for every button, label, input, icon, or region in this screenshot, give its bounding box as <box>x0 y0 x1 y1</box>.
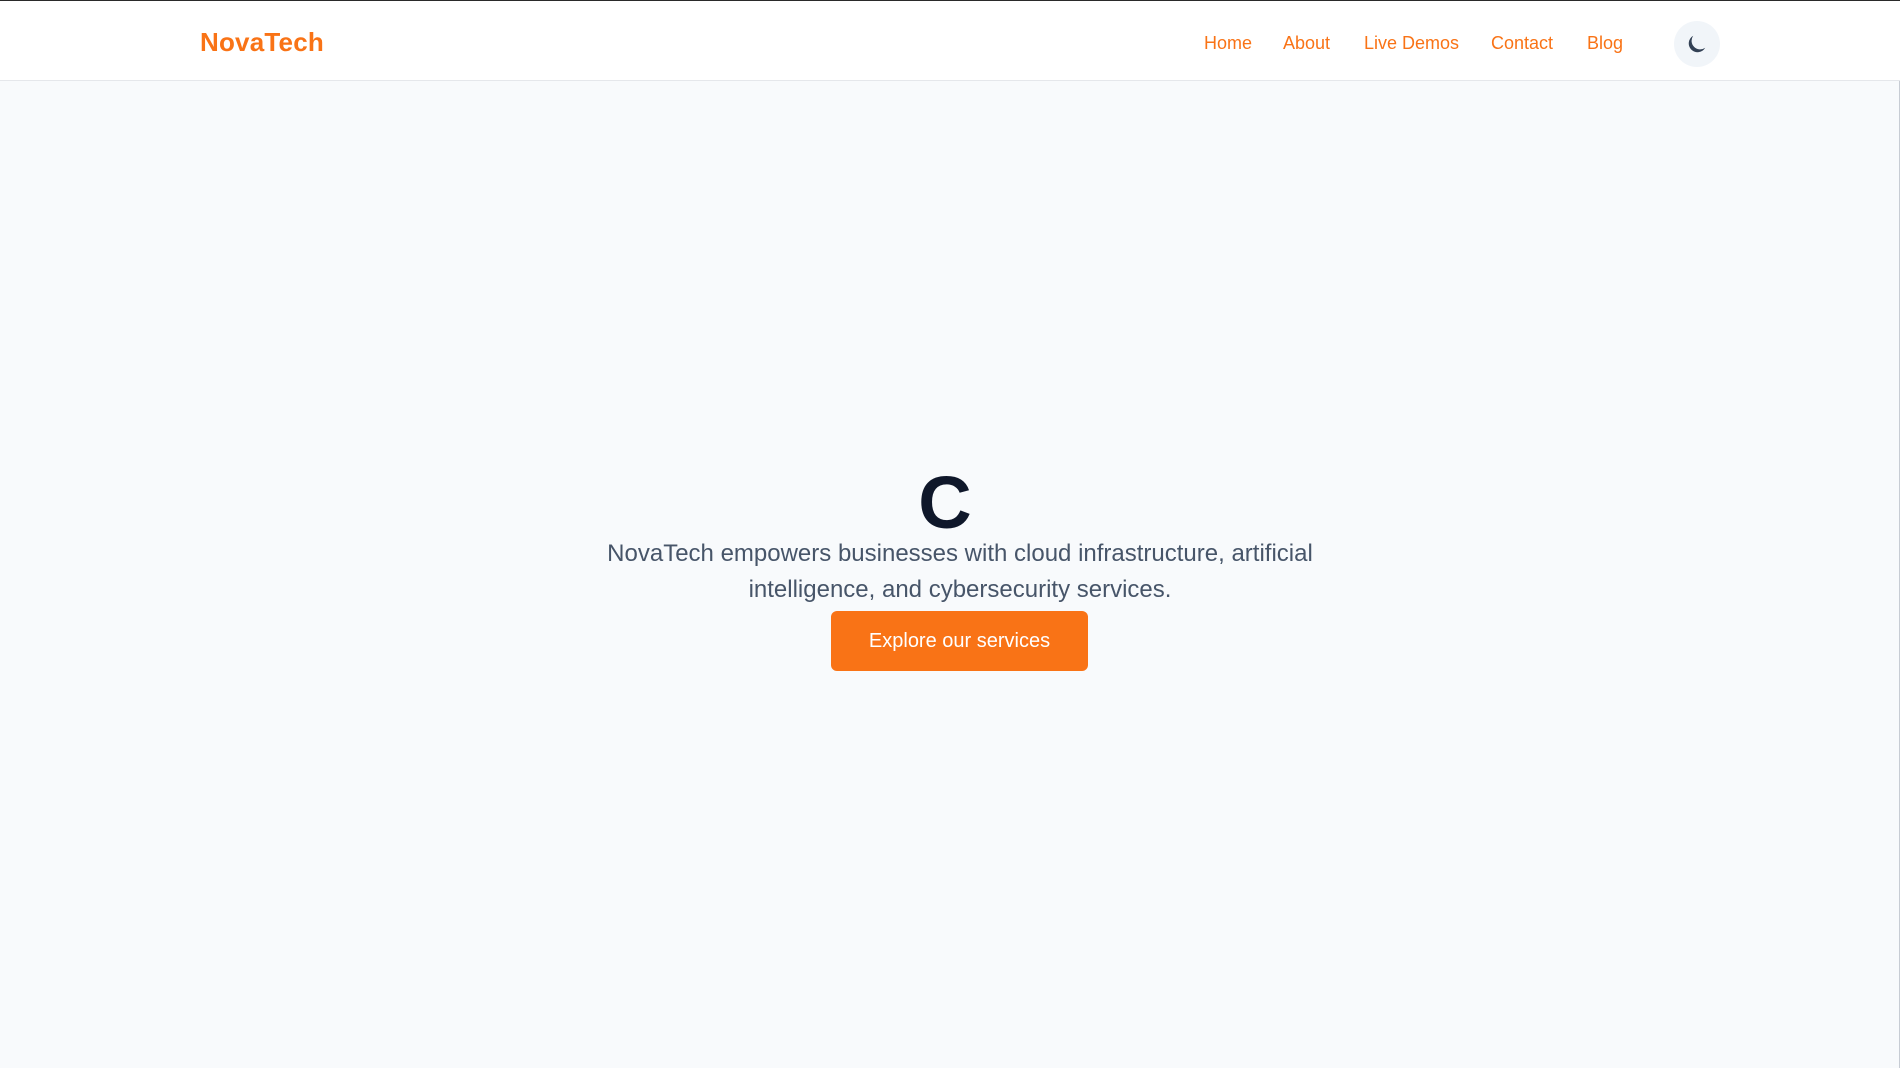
top-navigation-bar: NovaTech Home About Live Demos Contact B… <box>0 0 1900 81</box>
nav-home-link[interactable]: Home <box>1204 31 1252 55</box>
nav-about-link[interactable]: About <box>1283 31 1330 55</box>
moon-icon <box>1688 35 1706 53</box>
nav-live-demos-link[interactable]: Live Demos <box>1364 31 1459 55</box>
brand-logo[interactable]: NovaTech <box>200 26 324 58</box>
nav-contact-link[interactable]: Contact <box>1491 31 1553 55</box>
theme-toggle-button[interactable] <box>1674 21 1720 67</box>
page: NovaTech Home About Live Demos Contact B… <box>0 0 1900 1068</box>
nav-blog-link[interactable]: Blog <box>1587 31 1623 55</box>
hero-title: C <box>918 460 972 544</box>
explore-services-button[interactable]: Explore our services <box>831 611 1088 671</box>
hero-description: NovaTech empowers businesses with cloud … <box>607 540 1313 603</box>
